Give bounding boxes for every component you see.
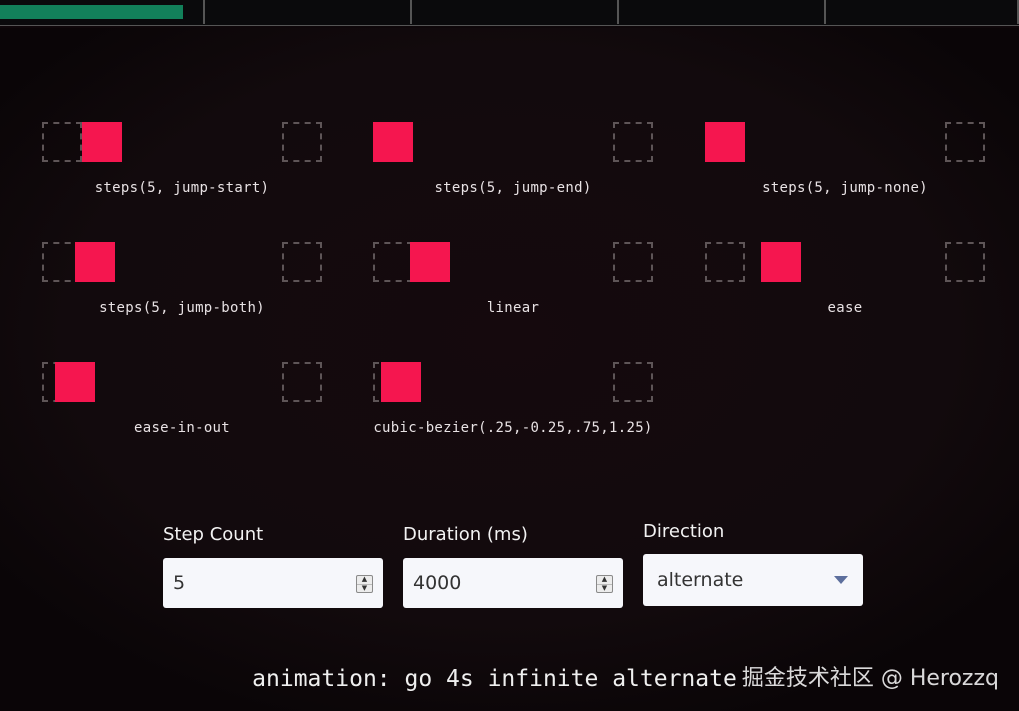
easing-label: steps(5, jump-both) [99, 300, 265, 316]
progress-segment [412, 0, 619, 24]
easing-label: ease-in-out [133, 420, 231, 436]
step-count-stepper[interactable]: ▲ ▼ [356, 575, 373, 593]
direction-label: Direction [643, 521, 725, 542]
end-outline [945, 242, 985, 282]
direction-value: alternate [657, 569, 744, 591]
duration-stepper[interactable]: ▲ ▼ [596, 575, 613, 593]
end-outline [945, 122, 985, 162]
animated-square [705, 122, 745, 162]
easing-label: steps(5, jump-none) [762, 180, 928, 196]
end-outline [613, 362, 653, 402]
step-count-label: Step Count [163, 524, 264, 545]
end-outline [613, 122, 653, 162]
progress-segment-fill [0, 5, 183, 19]
stepper-down-icon[interactable]: ▼ [597, 583, 612, 593]
progress-segment [205, 0, 412, 24]
duration-control: Duration (ms) 4000 ▲ ▼ [403, 524, 623, 608]
direction-control: Direction alternate [643, 521, 863, 606]
stepper-down-icon[interactable]: ▼ [357, 583, 372, 593]
stepper-up-icon[interactable]: ▲ [597, 576, 612, 584]
easing-demo-cell: cubic-bezier(.25,-0.25,.75,1.25) [373, 362, 653, 462]
animated-square [75, 242, 115, 282]
easing-demo-cell: steps(5, jump-end) [373, 122, 653, 222]
end-outline [282, 122, 322, 162]
easing-demo-cell: ease-in-out [42, 362, 322, 462]
animated-square [82, 122, 122, 162]
easing-demo-cell: steps(5, jump-both) [42, 242, 322, 342]
progress-segment [619, 0, 826, 24]
animated-square [381, 362, 421, 402]
step-count-input[interactable]: 5 ▲ ▼ [163, 558, 383, 608]
easing-label: ease [827, 300, 863, 316]
easing-label: steps(5, jump-end) [434, 180, 592, 196]
animated-square [373, 122, 413, 162]
chevron-down-icon [834, 576, 848, 584]
duration-label: Duration (ms) [403, 524, 528, 545]
easing-label: linear [486, 300, 540, 316]
easing-demo-cell: ease [705, 242, 985, 342]
end-outline [613, 242, 653, 282]
duration-input[interactable]: 4000 ▲ ▼ [403, 558, 623, 608]
easing-label: cubic-bezier(.25,-0.25,.75,1.25) [373, 420, 653, 436]
easing-demo-cell: linear [373, 242, 653, 342]
direction-select[interactable]: alternate [643, 554, 863, 606]
easing-label: steps(5, jump-start) [94, 180, 270, 196]
animated-square [761, 242, 801, 282]
step-count-control: Step Count 5 ▲ ▼ [163, 524, 383, 608]
easing-demo-cell: steps(5, jump-none) [705, 122, 985, 222]
animated-square [410, 242, 450, 282]
end-outline [282, 362, 322, 402]
duration-value: 4000 [413, 572, 462, 594]
watermark: 掘金技术社区 @ Herozzq [741, 666, 999, 691]
step-count-value: 5 [173, 572, 186, 594]
start-outline [705, 242, 745, 282]
start-outline [42, 122, 82, 162]
end-outline [282, 242, 322, 282]
progress-segment [0, 0, 205, 24]
easing-demo-cell: steps(5, jump-start) [42, 122, 322, 222]
stepper-up-icon[interactable]: ▲ [357, 576, 372, 584]
progress-segment [826, 0, 1019, 24]
segmented-progress-bar [0, 0, 1019, 26]
animated-square [55, 362, 95, 402]
start-outline [373, 242, 413, 282]
